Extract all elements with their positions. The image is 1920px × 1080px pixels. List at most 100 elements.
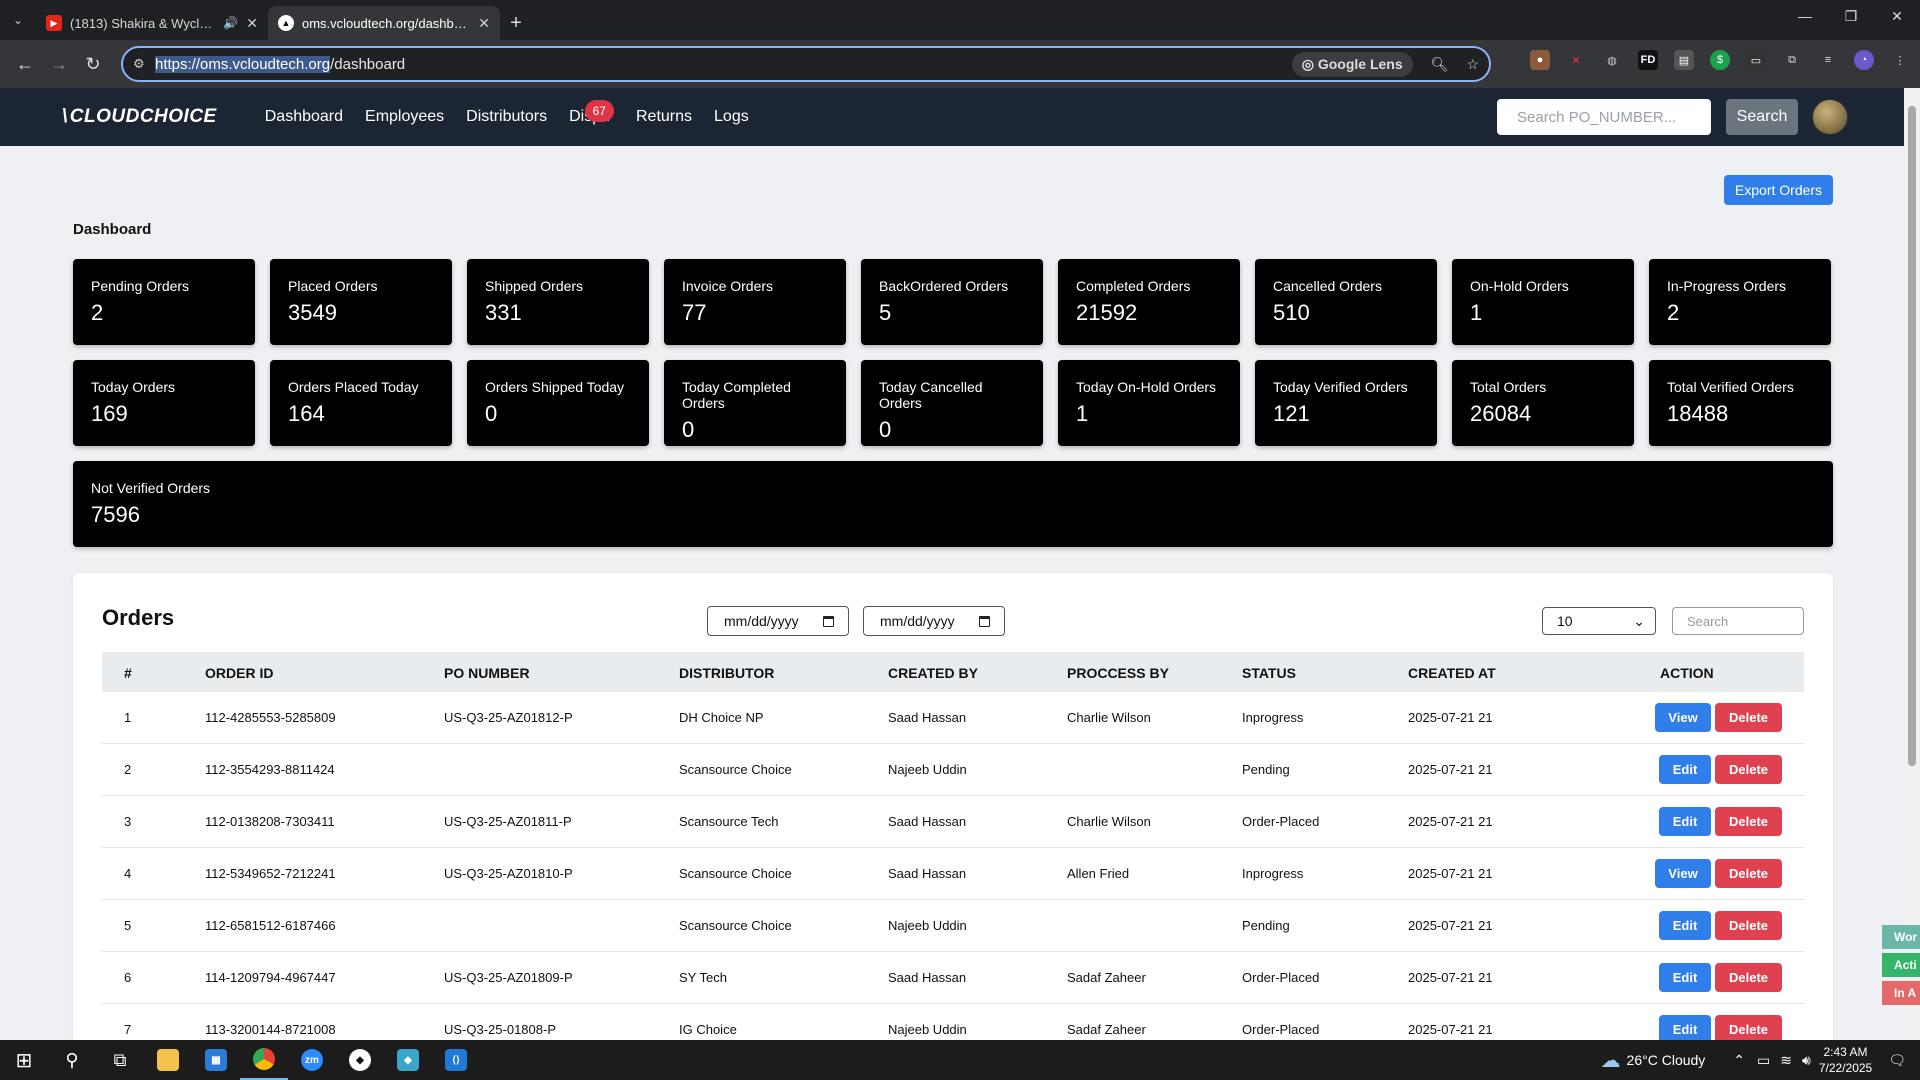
browser-menu-icon[interactable]: ⋮ (1890, 50, 1910, 70)
tab-search-icon[interactable]: ⌄ (0, 0, 36, 40)
profile-avatar-icon[interactable]: ◔ (1854, 50, 1874, 70)
page-size-select[interactable]: 10 ⌄ (1542, 607, 1656, 635)
minimize-icon[interactable]: — (1782, 0, 1828, 32)
close-window-icon[interactable]: ✕ (1874, 0, 1920, 32)
delete-button[interactable]: Delete (1715, 807, 1782, 836)
forward-icon[interactable]: → (42, 47, 76, 81)
clock[interactable]: 2:43 AM 7/22/2025 (1819, 1044, 1872, 1076)
app-icon[interactable]: ◆ (384, 1040, 432, 1080)
delete-button[interactable]: Delete (1715, 703, 1782, 732)
clock-date: 7/22/2025 (1818, 1061, 1873, 1075)
nav-employees[interactable]: Employees (365, 108, 444, 126)
extension-icon[interactable]: ▤ (1674, 50, 1694, 70)
cell-created-at: 2025-07-21 21 (1408, 710, 1493, 725)
weather-cloud-icon[interactable]: ☁ (1601, 1048, 1621, 1073)
view-button[interactable]: View (1655, 859, 1711, 888)
view-button[interactable]: View (1655, 703, 1711, 732)
notifications-icon[interactable]: 🗨︎ (1888, 1052, 1906, 1069)
back-icon[interactable]: ← (8, 47, 42, 81)
calendar-icon[interactable] (823, 615, 834, 627)
stat-value: 1 (1076, 401, 1089, 426)
edit-button[interactable]: Edit (1659, 755, 1711, 784)
calendar-icon[interactable] (979, 615, 990, 627)
stat-label: Pending Orders (91, 278, 190, 294)
url-text[interactable]: https://oms.vcloudtech.org/dashboard (155, 55, 405, 73)
scrollbar-thumb[interactable] (1908, 106, 1916, 766)
table-search-input[interactable]: Search (1672, 607, 1804, 635)
edit-button[interactable]: Edit (1659, 911, 1711, 940)
new-tab-button[interactable]: + (500, 6, 532, 40)
page-scrollbar[interactable] (1904, 88, 1920, 1040)
col-created-by: CREATED BY (888, 665, 978, 681)
reload-icon[interactable]: ↻ (76, 47, 110, 81)
extension-icon[interactable]: ▭ (1746, 50, 1766, 70)
wifi-icon[interactable]: ≋ (1780, 1052, 1792, 1069)
side-tab[interactable]: Acti (1882, 953, 1920, 977)
delete-button[interactable]: Delete (1715, 859, 1782, 888)
cell-status: Inprogress (1242, 866, 1304, 881)
user-avatar[interactable] (1812, 99, 1848, 135)
store-icon[interactable]: ▦ (192, 1040, 240, 1080)
nav-returns[interactable]: Returns (636, 108, 692, 126)
date-placeholder: mm/dd/yyyy (724, 613, 799, 629)
site-info-icon[interactable]: ⚙ (133, 56, 155, 72)
fd-extension-icon[interactable]: FD (1638, 50, 1658, 70)
extension-icon[interactable]: ● (1530, 50, 1550, 70)
extension-icon[interactable]: $ (1710, 50, 1730, 70)
chrome-icon[interactable] (240, 1040, 288, 1080)
app-logo[interactable]: \ CLOUDCHOICE (62, 106, 217, 128)
nav-dashboard[interactable]: Dashboard (265, 108, 343, 126)
side-tab[interactable]: Wor (1882, 925, 1920, 949)
cell-distributor: Scansource Choice (679, 866, 792, 881)
window-controls: — ❐ ✕ (1782, 0, 1920, 40)
start-date-input[interactable]: mm/dd/yyyy (707, 606, 849, 636)
media-control-icon[interactable]: ≡ (1818, 50, 1838, 70)
globe-icon[interactable]: ◍ (1602, 50, 1622, 70)
po-search-input[interactable] (1497, 99, 1711, 135)
file-explorer-icon[interactable] (144, 1040, 192, 1080)
system-tray: ☁ 26°C Cloudy ⌃ ▭ ≋ 🔊︎ 2:43 AM 7/22/2025… (1601, 1040, 1920, 1080)
bookmark-star-icon[interactable]: ☆ (1466, 56, 1479, 73)
vscode-icon[interactable]: ⟨⟩ (432, 1040, 480, 1080)
edit-button[interactable]: Edit (1659, 807, 1711, 836)
delete-button[interactable]: Delete (1715, 911, 1782, 940)
google-lens-button[interactable]: ◎ Google Lens (1291, 51, 1413, 77)
cell-process-by: Allen Fried (1067, 866, 1130, 881)
close-tab-icon[interactable]: ✕ (246, 15, 258, 32)
zoom-icon[interactable]: 🔍︎ (1431, 56, 1449, 73)
weather-text[interactable]: 26°C Cloudy (1627, 1052, 1706, 1068)
stat-value: 2 (91, 300, 104, 325)
delete-button[interactable]: Delete (1715, 755, 1782, 784)
stat-value: 0 (682, 417, 695, 442)
stat-value: 77 (682, 300, 707, 325)
speaker-icon[interactable]: 🔊 (223, 16, 238, 30)
export-orders-button[interactable]: Export Orders (1724, 175, 1833, 205)
browser-tab-youtube[interactable]: ▶ (1813) Shakira & Wyclef Jea 🔊 ✕ (36, 6, 268, 40)
windows-start-icon[interactable]: ⊞ (0, 1040, 48, 1080)
po-search-button[interactable]: Search (1726, 99, 1798, 135)
extension-x-icon[interactable]: ✕ (1566, 50, 1586, 70)
battery-icon[interactable]: ▭ (1757, 1052, 1770, 1069)
nav-disputes[interactable]: Dispu67 (569, 100, 614, 126)
col-process-by: PROCCESS BY (1067, 665, 1169, 681)
cell-created-at: 2025-07-21 21 (1408, 866, 1493, 881)
volume-icon[interactable]: 🔊︎ (1802, 1052, 1811, 1069)
chevron-up-icon[interactable]: ⌃ (1733, 1052, 1745, 1069)
nav-distributors[interactable]: Distributors (466, 108, 547, 126)
edit-button[interactable]: Edit (1659, 963, 1711, 992)
zoom-app-icon[interactable]: zm (288, 1040, 336, 1080)
end-date-input[interactable]: mm/dd/yyyy (863, 606, 1005, 636)
delete-button[interactable]: Delete (1715, 963, 1782, 992)
address-bar[interactable]: ⚙ https://oms.vcloudtech.org/dashboard ◎… (121, 46, 1491, 82)
app-icon[interactable]: ◆ (336, 1040, 384, 1080)
search-icon[interactable]: ⚲ (48, 1040, 96, 1080)
restore-icon[interactable]: ❐ (1828, 0, 1874, 32)
nav-logs[interactable]: Logs (714, 108, 749, 126)
side-tab[interactable]: In A (1882, 981, 1920, 1005)
task-view-icon[interactable]: ⧉ (96, 1040, 144, 1080)
cell-status: Order-Placed (1242, 1022, 1320, 1037)
puzzle-extensions-icon[interactable]: ⧉ (1782, 50, 1802, 70)
close-tab-icon[interactable]: ✕ (478, 15, 490, 32)
stat-card: Total Verified Orders 18488 (1649, 360, 1831, 446)
browser-tab-dashboard[interactable]: ▲ oms.vcloudtech.org/dashboard ✕ (268, 6, 500, 40)
